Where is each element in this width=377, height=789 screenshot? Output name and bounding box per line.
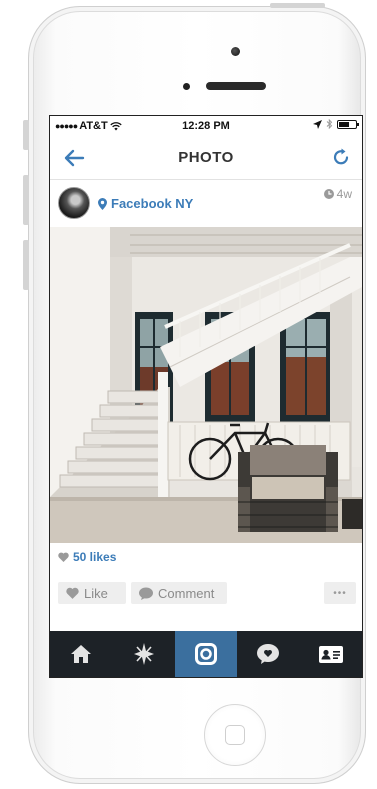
likes-text: 50 likes xyxy=(73,550,117,564)
mute-switch xyxy=(23,120,29,150)
volume-down-button xyxy=(23,240,29,290)
profile-card-icon xyxy=(318,645,343,663)
clock-icon xyxy=(323,189,334,199)
camera-icon xyxy=(195,643,218,665)
home-button[interactable] xyxy=(204,704,266,766)
bluetooth-icon xyxy=(326,119,333,129)
tab-bar xyxy=(50,631,362,677)
battery-icon xyxy=(337,119,359,129)
photo-interior-stairs-image xyxy=(50,227,362,543)
volume-up-button xyxy=(23,175,29,225)
post-header: Facebook NY 4w xyxy=(50,179,362,227)
more-options-dots: ••• xyxy=(333,587,347,599)
post-actions: Like Comment ••• xyxy=(58,582,356,604)
heart-icon xyxy=(58,552,69,562)
tab-profile[interactable] xyxy=(300,631,362,677)
front-camera xyxy=(231,47,240,56)
post-photo[interactable] xyxy=(50,227,362,543)
status-bar: ●●●●● AT&T 12:28 PM xyxy=(50,116,362,136)
earpiece-speaker xyxy=(206,82,266,90)
home-icon xyxy=(71,645,92,663)
more-options-button[interactable]: ••• xyxy=(324,582,356,604)
likes-count[interactable]: 50 likes xyxy=(58,550,116,564)
speech-bubble-icon xyxy=(139,587,153,600)
explore-star-icon xyxy=(133,643,154,665)
like-button[interactable]: Like xyxy=(58,582,126,604)
nav-bar: PHOTO xyxy=(50,136,362,180)
activity-heart-bubble-icon xyxy=(257,644,280,664)
home-button-square-icon xyxy=(225,725,245,745)
power-button xyxy=(270,3,325,8)
proximity-sensor xyxy=(183,83,190,90)
tab-camera[interactable] xyxy=(174,631,238,677)
post-timestamp: 4w xyxy=(323,187,352,201)
refresh-icon[interactable] xyxy=(330,146,352,168)
tab-explore[interactable] xyxy=(112,631,174,677)
tab-activity[interactable] xyxy=(237,631,299,677)
heart-icon xyxy=(66,587,79,599)
comment-button-label: Comment xyxy=(158,585,215,601)
location-link[interactable]: Facebook NY xyxy=(98,196,193,211)
location-arrow-icon xyxy=(313,119,322,129)
map-pin-icon xyxy=(98,197,107,210)
comment-button[interactable]: Comment xyxy=(131,582,227,604)
location-name: Facebook NY xyxy=(111,196,194,211)
like-button-label: Like xyxy=(84,585,108,601)
tab-home[interactable] xyxy=(50,631,112,677)
phone-screen: ●●●●● AT&T 12:28 PM PHOTO Facebook NY 4w… xyxy=(49,115,363,678)
time-ago-text: 4w xyxy=(336,187,352,201)
avatar[interactable] xyxy=(58,187,90,219)
page-title: PHOTO xyxy=(178,149,234,166)
